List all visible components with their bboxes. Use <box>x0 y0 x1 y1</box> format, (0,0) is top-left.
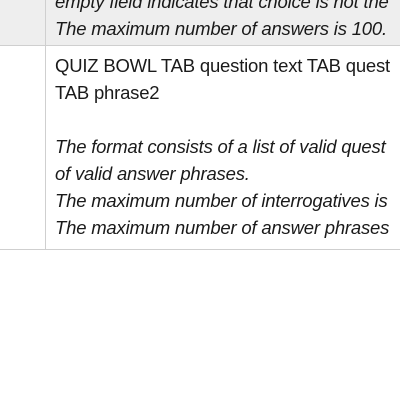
description-line: The maximum number of interrogatives is <box>55 190 388 211</box>
format-line: QUIZ BOWL TAB question text TAB quest <box>55 55 390 76</box>
table-row: empty field indicates that choice is not… <box>0 0 400 46</box>
description-line: empty field indicates that choice is not… <box>55 0 389 12</box>
row-description-cell: QUIZ BOWL TAB question text TAB quest TA… <box>46 46 400 249</box>
format-table: empty field indicates that choice is not… <box>0 0 400 250</box>
description-line: of valid answer phrases. <box>55 163 250 184</box>
description-line: The format consists of a list of valid q… <box>55 136 386 157</box>
table-row: QUIZ BOWL TAB question text TAB quest TA… <box>0 46 400 250</box>
row-description-cell: empty field indicates that choice is not… <box>46 0 400 45</box>
row-label-cell <box>0 0 46 45</box>
format-line: TAB phrase2 <box>55 82 160 103</box>
description-line: The maximum number of answers is 100. <box>55 18 387 39</box>
description-line: The maximum number of answer phrases <box>55 217 390 238</box>
row-label-cell <box>0 46 46 249</box>
